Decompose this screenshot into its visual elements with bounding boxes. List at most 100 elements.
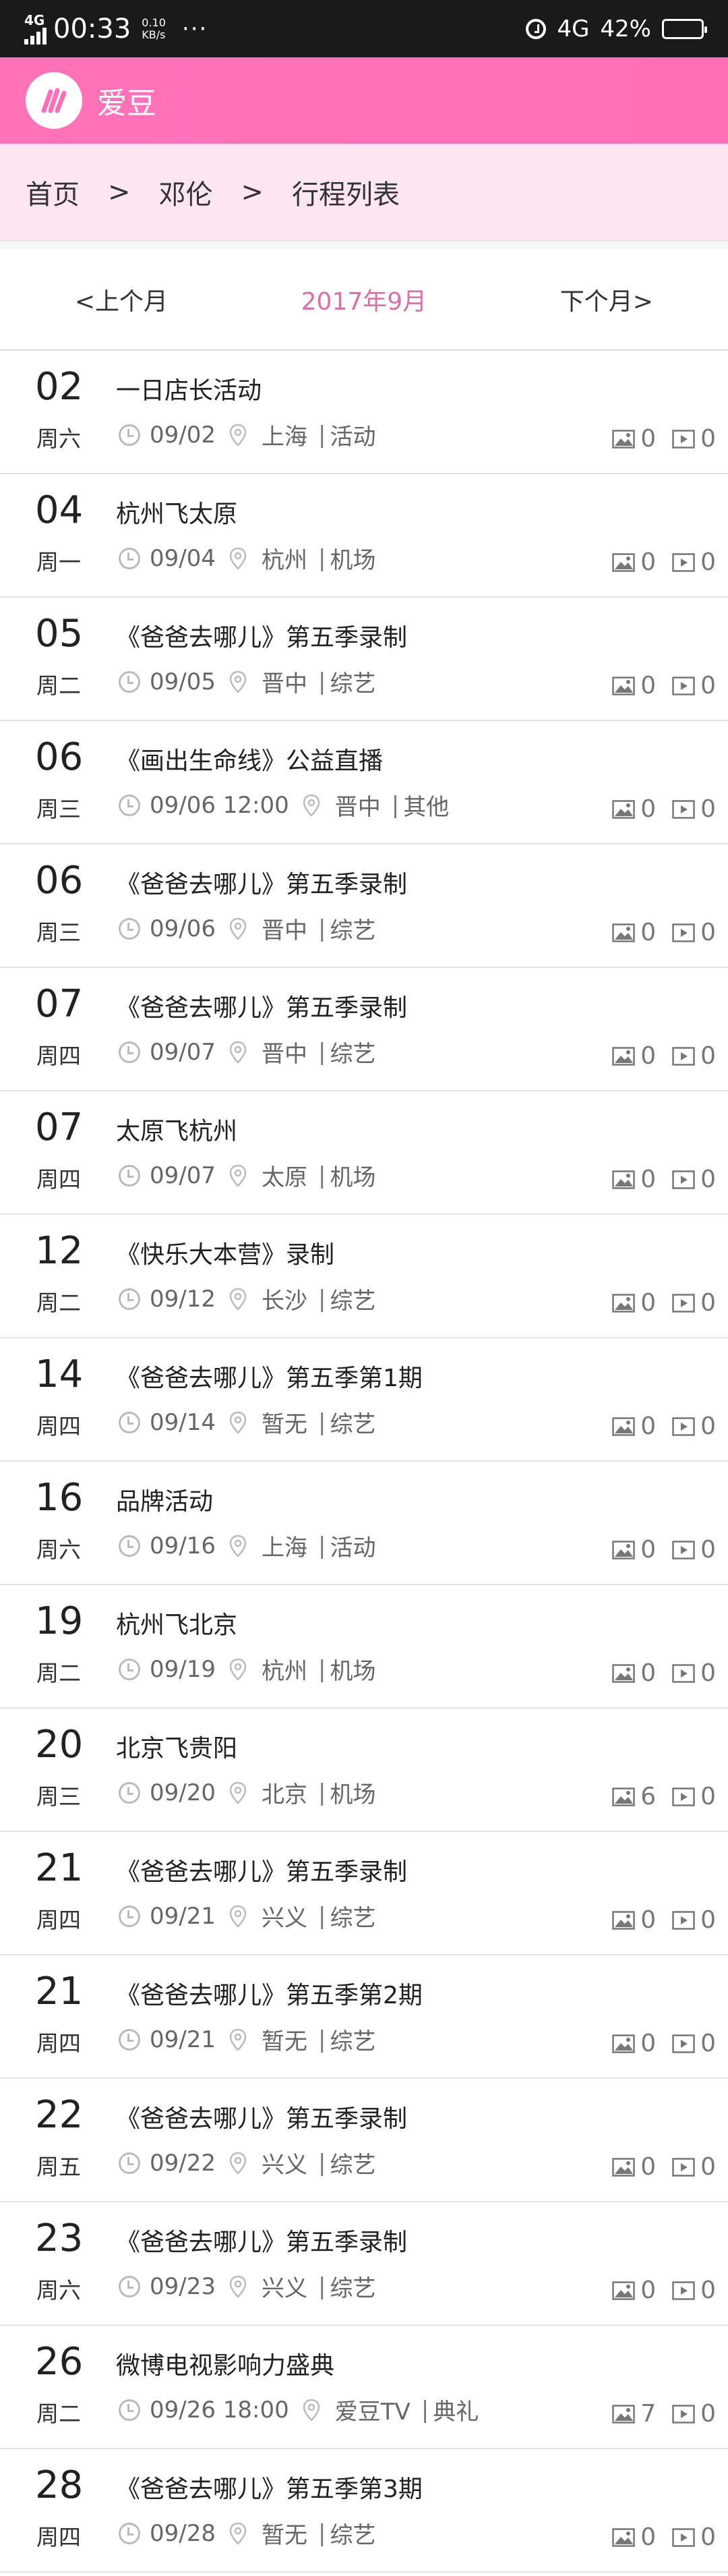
event-title: 《爸爸去哪儿》第五季第2期: [116, 1982, 423, 2009]
image-icon: [612, 923, 635, 942]
network-indicator: 4G: [24, 13, 47, 45]
image-count: 0: [640, 2153, 657, 2181]
event-row[interactable]: 23 周六 《爸爸去哪儿》第五季录制 09/23 兴义 | 综艺 0 0: [0, 2202, 728, 2326]
breadcrumb-home[interactable]: 首页: [26, 173, 80, 212]
event-row[interactable]: 28 周四 《爸爸去哪儿》第五季第3期 09/28 暂无 | 综艺 0 0: [0, 2449, 728, 2573]
clock-icon: [119, 1658, 140, 1680]
event-location: 长沙: [261, 1288, 307, 1315]
event-row[interactable]: 14 周四 《爸爸去哪儿》第五季第1期 09/14 暂无 | 综艺 0 0: [0, 1338, 728, 1462]
event-title: 杭州飞太原: [116, 500, 238, 528]
event-category: 综艺: [330, 1411, 376, 1438]
event-location: 杭州: [261, 547, 307, 574]
prev-month-button[interactable]: <上个月: [0, 282, 243, 317]
meta-divider: |: [317, 2519, 326, 2547]
event-day: 16: [35, 1476, 84, 1520]
event-row[interactable]: 06 周三 《画出生命线》公益直播 09/06 12:00 晋中 | 其他 0: [0, 721, 728, 845]
event-counts: 0 0: [612, 425, 716, 453]
event-row[interactable]: 04 周一 杭州飞太原 09/04 杭州 | 机场 0 0: [0, 474, 728, 598]
event-counts: 0 0: [612, 1412, 716, 1440]
event-row[interactable]: 07 周四 《爸爸去哪儿》第五季录制 09/07 晋中 | 综艺 0 0: [0, 968, 728, 1091]
image-icon: [612, 1170, 635, 1189]
next-month-button[interactable]: 下个月>: [485, 282, 728, 317]
event-row[interactable]: 19 周二 杭州飞北京 09/19 杭州 | 机场 0 0: [0, 1585, 728, 1709]
event-counts: 0 0: [612, 795, 716, 823]
event-location: 太原: [261, 1164, 307, 1191]
event-title: 《爸爸去哪儿》第五季录制: [116, 624, 408, 652]
event-category: 综艺: [330, 2028, 376, 2055]
image-icon: [612, 2034, 635, 2053]
location-pin-icon: [229, 1535, 247, 1557]
video-icon: [672, 799, 695, 819]
event-day: 07: [35, 982, 84, 1026]
image-icon: [612, 429, 635, 449]
clock-icon: [119, 1781, 140, 1804]
event-category: 典礼: [433, 2399, 479, 2426]
event-meta: 09/22 兴义 | 综艺: [119, 2146, 375, 2179]
image-icon: [612, 2157, 635, 2177]
event-date: 09/26 18:00: [150, 2396, 289, 2424]
image-icon: [612, 1663, 635, 1683]
event-row[interactable]: 26 周二 微博电视影响力盛典 09/26 18:00 爱豆TV | 典礼 7: [0, 2326, 728, 2449]
event-counts: 0 0: [612, 2153, 716, 2181]
image-count: 0: [640, 795, 657, 823]
event-title: 《快乐大本营》录制: [116, 1241, 335, 1269]
video-icon: [672, 2034, 695, 2053]
app-header: 爱豆: [0, 57, 728, 144]
location-pin-icon: [229, 2152, 247, 2175]
image-icon: [612, 1046, 635, 1066]
event-row[interactable]: 21 周四 《爸爸去哪儿》第五季第2期 09/21 暂无 | 综艺 0 0: [0, 1955, 728, 2079]
event-meta: 09/21 兴义 | 综艺: [119, 1899, 375, 1933]
event-counts: 0 0: [612, 1289, 716, 1317]
event-date: 09/21: [150, 2026, 216, 2053]
video-icon: [672, 1046, 695, 1066]
clock-icon: [119, 1411, 140, 1433]
image-icon: [612, 2281, 635, 2300]
event-title: 《爸爸去哪儿》第五季录制: [116, 2105, 408, 2133]
event-row[interactable]: 02 周六 一日店长活动 09/02 上海 | 活动 0 0: [0, 351, 728, 474]
meta-divider: |: [317, 1902, 326, 1930]
breadcrumb-separator: >: [241, 176, 264, 208]
event-category: 综艺: [330, 2152, 376, 2179]
event-category: 机场: [330, 1658, 376, 1685]
clock-icon: [119, 2152, 140, 2174]
event-row[interactable]: 06 周三 《爸爸去哪儿》第五季录制 09/06 晋中 | 综艺 0 0: [0, 845, 728, 968]
event-location: 暂无: [261, 2522, 307, 2549]
event-location: 晋中: [261, 1041, 307, 1068]
video-count: 0: [700, 2153, 716, 2181]
event-date: 09/20: [150, 1779, 216, 1806]
event-row[interactable]: 07 周四 太原飞杭州 09/07 太原 | 机场 0 0: [0, 1091, 728, 1215]
event-counts: 0 0: [612, 2523, 716, 2551]
event-row[interactable]: 05 周二 《爸爸去哪儿》第五季录制 09/05 晋中 | 综艺 0 0: [0, 598, 728, 721]
event-weekday: 周四: [36, 1043, 81, 1069]
event-row[interactable]: 12 周二 《快乐大本营》录制 09/12 长沙 | 综艺 0 0: [0, 1215, 728, 1338]
event-row[interactable]: 20 周三 北京飞贵阳 09/20 北京 | 机场 6 0: [0, 1709, 728, 1832]
month-nav: <上个月 2017年9月 下个月>: [0, 250, 728, 351]
event-day: 14: [35, 1352, 84, 1396]
clock-icon: [119, 1041, 140, 1063]
event-title: 一日店长活动: [116, 377, 262, 405]
breadcrumb-current: 行程列表: [292, 179, 400, 210]
event-row[interactable]: 21 周四 《爸爸去哪儿》第五季录制 09/21 兴义 | 综艺 0 0: [0, 1832, 728, 1955]
video-icon: [672, 1416, 695, 1436]
event-counts: 0 0: [612, 919, 716, 946]
event-day: 22: [35, 2093, 84, 2137]
location-pin-icon: [303, 794, 320, 817]
event-day: 06: [35, 859, 84, 903]
event-location: 上海: [261, 1535, 307, 1562]
event-title: 太原飞杭州: [116, 1118, 238, 1145]
event-row[interactable]: 22 周五 《爸爸去哪儿》第五季录制 09/22 兴义 | 综艺 0 0: [0, 2079, 728, 2202]
video-count: 0: [700, 2030, 716, 2057]
event-weekday: 周二: [36, 672, 81, 699]
event-meta: 09/21 暂无 | 综艺: [119, 2023, 375, 2056]
event-row[interactable]: 16 周六 品牌活动 09/16 上海 | 活动 0 0: [0, 1462, 728, 1585]
image-count: 0: [640, 2523, 657, 2551]
video-count: 0: [700, 2277, 716, 2304]
clock-icon: [119, 2028, 140, 2051]
event-counts: 0 0: [612, 1166, 716, 1193]
event-category: 机场: [330, 1781, 376, 1808]
meta-divider: |: [421, 2396, 429, 2424]
app-logo-icon[interactable]: [26, 72, 82, 129]
event-counts: 7 0: [612, 2400, 716, 2428]
breadcrumb-artist[interactable]: 邓伦: [159, 173, 213, 212]
event-category: 综艺: [330, 1041, 376, 1068]
